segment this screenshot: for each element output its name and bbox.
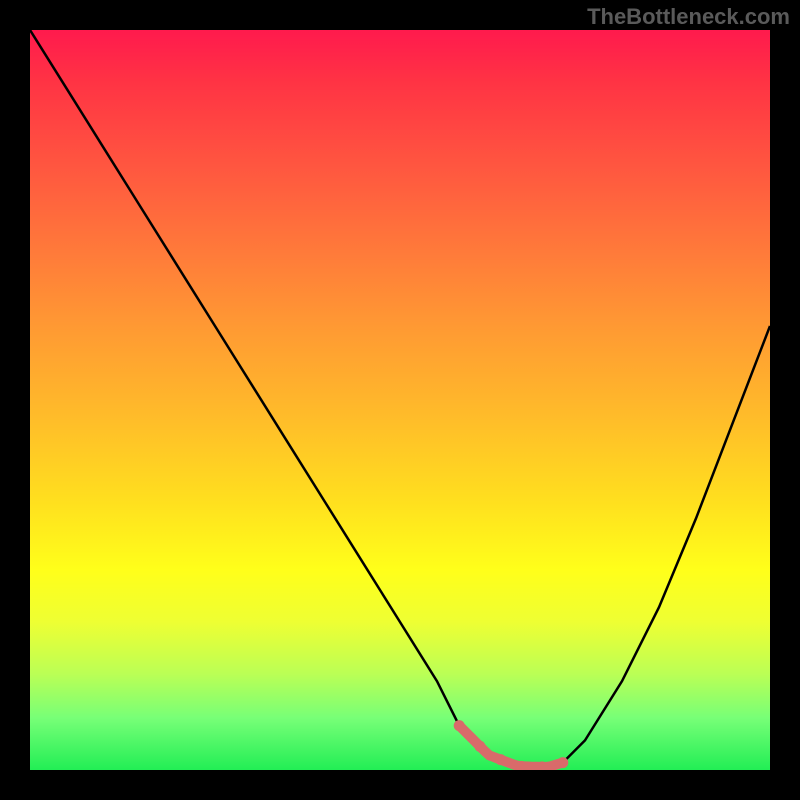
optimal-range-dot bbox=[495, 754, 506, 765]
bottleneck-curve bbox=[30, 30, 770, 767]
chart-curve-layer bbox=[30, 30, 770, 770]
optimal-range-dot bbox=[557, 757, 568, 768]
optimal-range-dot bbox=[474, 741, 485, 752]
optimal-range-markers bbox=[454, 720, 569, 770]
chart-plot-area bbox=[30, 30, 770, 770]
watermark-text: TheBottleneck.com bbox=[587, 4, 790, 30]
optimal-range-dot bbox=[454, 720, 465, 731]
